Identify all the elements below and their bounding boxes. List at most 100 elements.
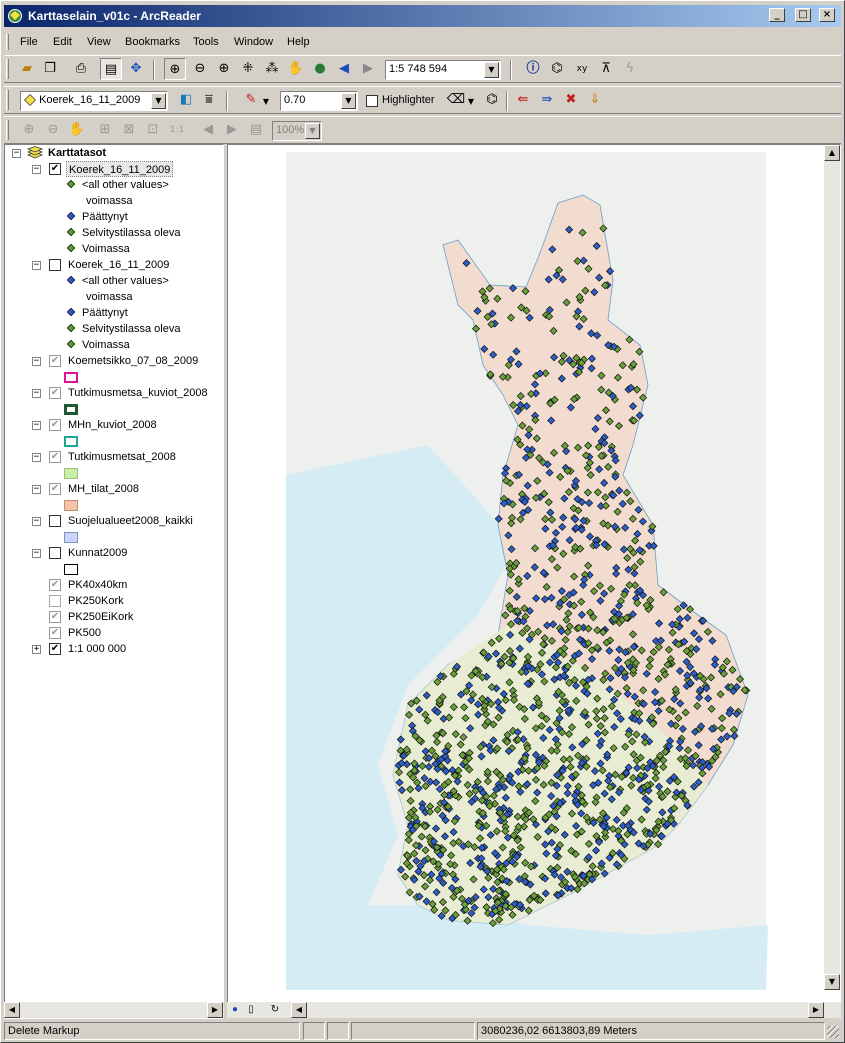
menu-bookmarks[interactable]: Bookmarks [125,36,180,48]
pan-hand-icon[interactable]: ✋ [285,58,307,80]
scroll-left-icon[interactable]: ◀ [291,1002,307,1018]
collapse-toggle[interactable]: − [32,453,41,462]
map-scale-combo[interactable]: 1:5 748 594 ▼ [385,60,501,80]
data-view-globe-icon[interactable]: ● [229,1003,241,1016]
scroll-down-icon[interactable]: ▼ [824,974,840,990]
measure-icon[interactable]: ⊼ [595,58,617,80]
layer-checkbox[interactable] [49,547,61,559]
layout-forward-icon[interactable]: ▶ [221,119,243,141]
swipe-layer-icon[interactable]: ◧ [175,89,197,111]
layout-view-page-icon[interactable]: ▯ [245,1003,257,1016]
zoom-fixed-icon[interactable]: ⊕ [213,58,235,80]
zoom-in-icon[interactable]: ⊕ [164,58,186,80]
collapse-toggle[interactable]: − [32,485,41,494]
layer-checkbox[interactable] [49,595,61,607]
find-binoculars-icon[interactable]: ⌬ [546,58,568,80]
scroll-right-icon[interactable]: ▶ [207,1002,223,1018]
toc-layer-mhn-kuviot[interactable]: MHn_kuviot_2008 [68,417,157,433]
layer-checkbox[interactable]: ✔ [49,627,61,639]
next-markup-icon[interactable]: ⇛ [536,89,558,111]
layout-view-icon[interactable]: ▤ [100,58,122,80]
zoom-whole-page-icon[interactable]: ⊞ [94,119,116,141]
toc-layer-tutkimusmetsa-kuviot[interactable]: Tutkimusmetsa_kuviot_2008 [68,385,208,401]
minimize-button[interactable]: _ [769,8,785,22]
collapse-toggle[interactable]: − [32,165,41,174]
layer-checkbox[interactable]: ✔ [49,355,61,367]
layer-checkbox[interactable]: ✔ [49,579,61,591]
fixed-zoom-in-icon[interactable]: ⁜ [237,58,259,80]
chevron-down-icon[interactable]: ▼ [305,123,320,139]
layout-zoom-in-icon[interactable]: ⊕ [18,119,40,141]
collapse-toggle[interactable]: − [32,261,41,270]
fixed-zoom-out-icon[interactable]: ⁂ [261,58,283,80]
toc-layer-mh-tilat[interactable]: MH_tilat_2008 [68,481,139,497]
refresh-icon[interactable]: ↻ [269,1003,281,1016]
chevron-down-icon[interactable]: ▼ [151,93,166,109]
chevron-down-icon[interactable]: ▼ [466,91,476,113]
zoom-in-center-icon[interactable]: ⊠ [118,119,140,141]
layer-checkbox-koerek-1[interactable]: ✔ [49,163,61,175]
finland-map[interactable] [228,145,826,990]
zoom-out-center-icon[interactable]: ⊡ [142,119,164,141]
toc-layer-koerek-2[interactable]: Koerek_16_11_2009 [68,257,169,273]
toc-layer-1milj[interactable]: 1:1 000 000 [68,641,126,657]
resize-grip-icon[interactable] [827,1026,839,1038]
collapse-toggle[interactable]: − [32,549,41,558]
back-arrow-icon[interactable]: ◀ [333,58,355,80]
toolbar-grip[interactable] [6,120,9,140]
map-layout-view[interactable]: ▲ ▼ [227,144,841,1004]
toc-layer-suojelualueet[interactable]: Suojelualueet2008_kaikki [68,513,193,529]
menu-grip[interactable] [6,34,9,50]
scroll-up-icon[interactable]: ▲ [824,145,840,161]
highlighter-checkbox[interactable] [366,95,378,107]
layer-checkbox[interactable] [49,515,61,527]
collapse-toggle[interactable]: − [32,389,41,398]
zoom-percent-combo[interactable]: 100% ▼ [272,121,322,141]
scroll-right-icon[interactable]: ▶ [808,1002,824,1018]
export-markup-icon[interactable]: ⇓ [584,89,606,111]
collapse-toggle[interactable]: − [32,421,41,430]
collapse-toggle[interactable]: − [32,517,41,526]
maximize-button[interactable]: □ [795,8,811,22]
menu-file[interactable]: File [20,36,38,48]
layer-checkbox[interactable]: ✔ [49,451,61,463]
layer-checkbox-koerek-2[interactable] [49,259,61,271]
layer-checkbox[interactable]: ✔ [49,387,61,399]
layer-checkbox[interactable]: ✔ [49,419,61,431]
menu-window[interactable]: Window [234,36,273,48]
title-bar[interactable]: Karttaselain_v01c - ArcReader _ □ × [4,5,841,27]
identify-info-icon[interactable]: ⓘ [522,58,544,80]
map-vertical-scrollbar[interactable]: ▲ ▼ [824,145,840,990]
toc-layer-tutkimusmetsat[interactable]: Tutkimusmetsat_2008 [68,449,176,465]
toc-layer-pk250eikork[interactable]: PK250EiKork [68,609,133,625]
open-folder-icon[interactable]: ▰ [16,58,38,80]
menu-view[interactable]: View [87,36,111,48]
zoom-100-icon[interactable]: 1:1 [166,119,188,141]
layout-back-icon[interactable]: ◀ [197,119,219,141]
chevron-down-icon[interactable]: ▼ [484,62,499,78]
collapse-toggle[interactable]: − [12,149,21,158]
menu-help[interactable]: Help [287,36,310,48]
full-extent-globe-icon[interactable]: ● [309,58,331,80]
flicker-icon[interactable]: ⩸ [198,89,220,111]
hyperlink-lightning-icon[interactable]: ϟ [619,58,641,80]
expand-toggle[interactable]: + [32,645,41,654]
collapse-toggle[interactable]: − [32,357,41,366]
menu-tools[interactable]: Tools [193,36,219,48]
find-markup-icon[interactable]: ⌬ [481,89,503,111]
map-horizontal-scrollbar[interactable]: ● ▯ ↻ ◀ ▶ [227,1002,841,1018]
layout-pan-icon[interactable]: ✋ [66,119,88,141]
toc-layer-pk250kork[interactable]: PK250Kork [68,593,124,609]
copy-icon[interactable]: ❐ [39,58,61,80]
line-width-combo[interactable]: 0.70 ▼ [280,91,358,111]
toc-horizontal-scrollbar[interactable]: ◀ ▶ [4,1002,224,1018]
toc-layer-kunnat[interactable]: Kunnat2009 [68,545,127,561]
page-icon[interactable]: ▤ [245,119,267,141]
layer-select-combo[interactable]: Koerek_16_11_2009 ▼ [20,91,168,111]
line-color-pen-icon[interactable]: ✎ [240,89,262,111]
delete-markup-icon[interactable]: ✖ [560,89,582,111]
layer-checkbox[interactable]: ✔ [49,483,61,495]
toc-layer-koerek-1[interactable]: Koerek_16_11_2009 [66,161,174,177]
toc-layer-pk40[interactable]: PK40x40km [68,577,127,593]
toolbar-grip[interactable] [6,59,9,79]
